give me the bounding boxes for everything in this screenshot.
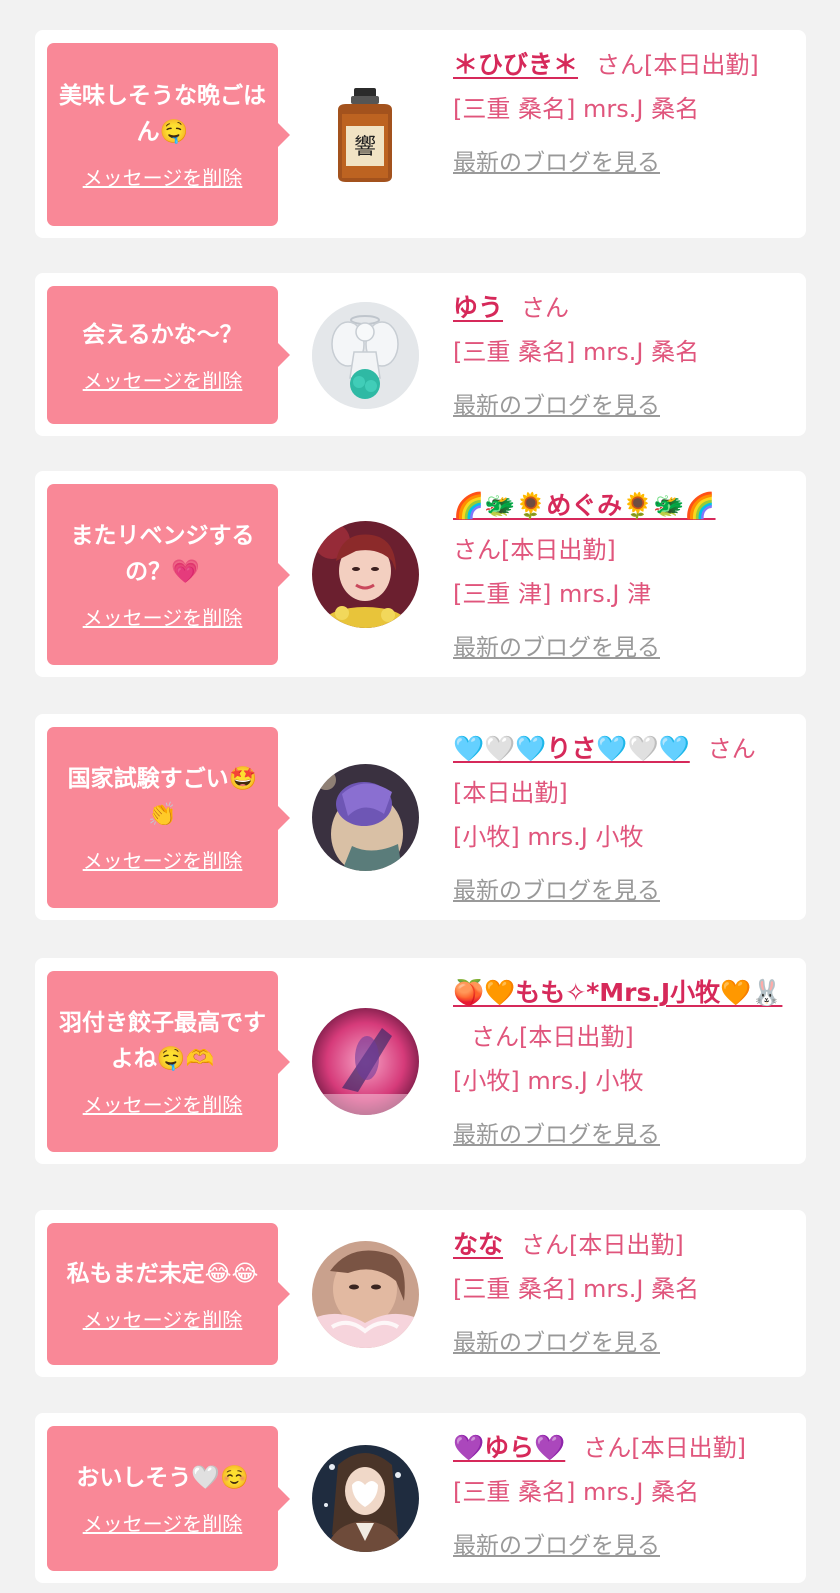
message-text: またリベンジするの？💗: [70, 523, 255, 585]
delete-message-link[interactable]: メッセージを削除: [83, 845, 243, 874]
girl-name-link[interactable]: なな: [453, 1230, 503, 1259]
angel-figurine-icon: [312, 302, 419, 409]
girl-info: ＊ひびき＊ さん[本日出勤] [三重 桑名] mrs.J 桑名 最新のブログを見る: [453, 43, 788, 185]
name-line: なな さん[本日出勤]: [453, 1223, 788, 1267]
avatar[interactable]: 響: [312, 80, 419, 187]
avatar[interactable]: [312, 1008, 419, 1115]
avatar[interactable]: [312, 302, 419, 409]
delete-message-link[interactable]: メッセージを削除: [83, 1304, 243, 1333]
message-text: 国家試験すごい🤩👏: [67, 766, 258, 828]
avatar[interactable]: [312, 1241, 419, 1348]
shop-name: [三重 桑名] mrs.J 桑名: [453, 338, 700, 366]
message-bubble: またリベンジするの？💗 メッセージを削除: [47, 484, 290, 665]
delete-message-link[interactable]: メッセージを削除: [83, 1089, 243, 1118]
whisky-bottle-icon: 響: [338, 88, 392, 182]
message-text: 羽付き餃子最高ですよね🤤🫶: [59, 1010, 266, 1072]
delete-message-link[interactable]: メッセージを削除: [83, 1508, 243, 1537]
message-card: 羽付き餃子最高ですよね🤤🫶 メッセージを削除 🍑🧡もも✧*Mrs.J小牧🧡🐰さん…: [35, 958, 806, 1164]
shop-name: [三重 桑名] mrs.J 桑名: [453, 95, 700, 123]
girl-info: 🌈🐲🌻めぐみ🌻🐲🌈 さん[本日出勤] [三重 津] mrs.J 津 最新のブログを…: [453, 484, 788, 670]
girl-name-link[interactable]: 🍑🧡もも✧*Mrs.J小牧🧡🐰: [453, 978, 782, 1007]
shop-name: [三重 津] mrs.J 津: [453, 580, 652, 608]
latest-blog-link[interactable]: 最新のブログを見る: [453, 384, 660, 428]
message-card: 私もまだ未定😂😂 メッセージを削除 なな さん[本日出勤] [三重 桑名] mrs…: [35, 1210, 806, 1377]
girl-name-link[interactable]: 🌈🐲🌻めぐみ🌻🐲🌈: [453, 491, 716, 520]
message-bubble: 美味しそうな晩ごはん🤤 メッセージを削除: [47, 43, 290, 226]
message-bubble: 会えるかな～？ メッセージを削除: [47, 286, 290, 424]
girl-info: 🍑🧡もも✧*Mrs.J小牧🧡🐰 さん[本日出勤] [小牧] mrs.J 小牧 最新…: [453, 971, 788, 1157]
honorific-status: さん[本日出勤]: [471, 1023, 634, 1051]
message-card: 会えるかな～？ メッセージを削除 ゆう さん [三重 桑名] mrs.J 桑名 最…: [35, 273, 806, 436]
message-card: 美味しそうな晩ごはん🤤 メッセージを削除 響 ＊ひびき＊ さん[本日出勤] [三重…: [35, 30, 806, 238]
message-card: おいしそう🤍☺️ メッセージを削除 💜ゆら💜 さん[本日出勤] [三重 桑名] m…: [35, 1413, 806, 1583]
message-text: 私もまだ未定😂😂: [66, 1260, 259, 1287]
girl-name-link[interactable]: ゆう: [453, 293, 503, 322]
girl-info: 💜ゆら💜 さん[本日出勤] [三重 桑名] mrs.J 桑名 最新のブログを見る: [453, 1426, 788, 1568]
message-bubble: 羽付き餃子最高ですよね🤤🫶 メッセージを削除: [47, 971, 290, 1152]
latest-blog-link[interactable]: 最新のブログを見る: [453, 141, 660, 185]
shop-name: [小牧] mrs.J 小牧: [453, 823, 644, 851]
delete-message-link[interactable]: メッセージを削除: [83, 162, 243, 191]
message-text: 美味しそうな晩ごはん🤤: [59, 83, 266, 145]
name-line: 💜ゆら💜 さん[本日出勤]: [453, 1426, 788, 1470]
avatar[interactable]: [312, 764, 419, 871]
name-line: 🌈🐲🌻めぐみ🌻🐲🌈 さん[本日出勤]: [453, 484, 788, 572]
avatar[interactable]: [312, 521, 419, 628]
honorific-status: さん: [521, 294, 570, 322]
latest-blog-link[interactable]: 最新のブログを見る: [453, 1321, 660, 1365]
message-bubble: 私もまだ未定😂😂 メッセージを削除: [47, 1223, 290, 1365]
girl-name-link[interactable]: 🩵🤍🩵りさ🩵🤍🩵: [453, 734, 690, 763]
pink-blurred-icon: [312, 1008, 419, 1115]
girl-info: 🩵🤍🩵りさ🩵🤍🩵 さん[本日出勤] [小牧] mrs.J 小牧 最新のブログを見る: [453, 727, 788, 913]
name-line: 🩵🤍🩵りさ🩵🤍🩵 さん[本日出勤]: [453, 727, 788, 815]
girl-info: なな さん[本日出勤] [三重 桑名] mrs.J 桑名 最新のブログを見る: [453, 1223, 788, 1365]
girl-info: ゆう さん [三重 桑名] mrs.J 桑名 最新のブログを見る: [453, 286, 788, 428]
latest-blog-link[interactable]: 最新のブログを見る: [453, 1524, 660, 1568]
message-bubble: 国家試験すごい🤩👏 メッセージを削除: [47, 727, 290, 908]
avatar[interactable]: [312, 1445, 419, 1552]
shop-name: [三重 桑名] mrs.J 桑名: [453, 1275, 700, 1303]
girl-name-link[interactable]: ＊ひびき＊: [453, 50, 578, 79]
girl-name-link[interactable]: 💜ゆら💜: [453, 1433, 565, 1462]
message-card: またリベンジするの？💗 メッセージを削除 🌈🐲🌻めぐみ🌻🐲🌈 さん[本日出勤]: [35, 471, 806, 677]
message-text: おいしそう🤍☺️: [76, 1465, 249, 1491]
shop-name: [小牧] mrs.J 小牧: [453, 1067, 644, 1095]
honorific-status: さん[本日出勤]: [453, 536, 616, 564]
message-text: 会えるかな～？: [82, 321, 243, 348]
svg-text:響: 響: [354, 135, 376, 160]
delete-message-link[interactable]: メッセージを削除: [83, 602, 243, 631]
honorific-status: さん[本日出勤]: [583, 1434, 746, 1462]
latest-blog-link[interactable]: 最新のブログを見る: [453, 869, 660, 913]
message-card: 国家試験すごい🤩👏 メッセージを削除 🩵🤍🩵りさ🩵🤍🩵 さん[本日出勤] [小牧]…: [35, 714, 806, 920]
woman-portrait-icon: [312, 521, 419, 628]
message-bubble: おいしそう🤍☺️ メッセージを削除: [47, 1426, 290, 1571]
name-line: ＊ひびき＊ さん[本日出勤]: [453, 43, 788, 87]
honorific-status: さん[本日出勤]: [521, 1231, 684, 1259]
name-line: 🍑🧡もも✧*Mrs.J小牧🧡🐰 さん[本日出勤]: [453, 971, 788, 1059]
honorific-status: さん[本日出勤]: [596, 51, 759, 79]
name-line: ゆう さん: [453, 286, 788, 330]
shop-name: [三重 桑名] mrs.J 桑名: [453, 1478, 700, 1506]
latest-blog-link[interactable]: 最新のブログを見る: [453, 626, 660, 670]
woman-face-icon: [312, 1241, 419, 1348]
woman-blurred-icon: [312, 764, 419, 871]
delete-message-link[interactable]: メッセージを削除: [83, 365, 243, 394]
woman-kimono-icon: [312, 1445, 419, 1552]
latest-blog-link[interactable]: 最新のブログを見る: [453, 1113, 660, 1157]
